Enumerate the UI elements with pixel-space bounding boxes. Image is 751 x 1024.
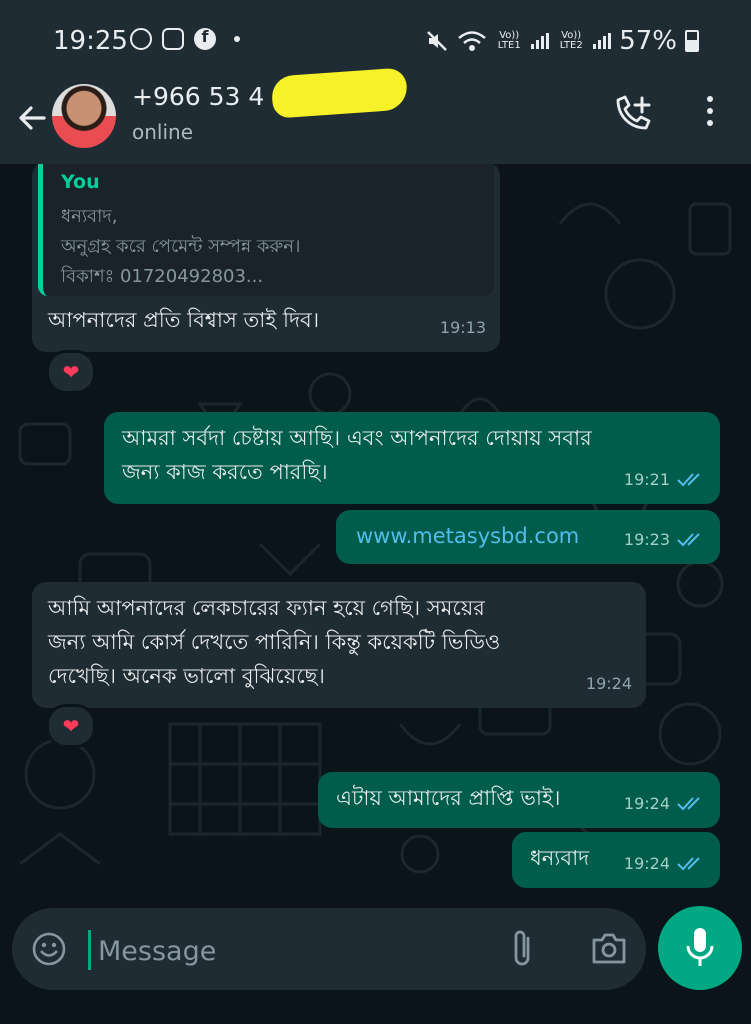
attach-icon[interactable] [508, 928, 538, 970]
text-caret [88, 930, 91, 970]
message-meta: 19:24 [624, 847, 706, 880]
contact-name[interactable]: +966 53 4 [132, 82, 264, 111]
read-ticks-icon [677, 532, 700, 546]
incoming-message-bubble[interactable]: You ধন্যবাদ, অনুগ্রহ করে পেমেন্ট সম্পন্ন… [32, 164, 500, 352]
sim2-label: Vo)) LTE2 [559, 30, 583, 51]
contact-avatar[interactable] [52, 84, 116, 148]
message-line: জন্য কাজ করতে পারছি। [122, 460, 328, 484]
camera-icon[interactable] [590, 930, 628, 966]
battery-percent: 57% [619, 26, 677, 56]
whatsapp-notification-icon [130, 28, 152, 50]
message-line: দেখেছি। অনেক ভালো বুঝিয়েছে। [48, 664, 325, 688]
message-timestamp: 19:24 [623, 854, 670, 873]
message-list[interactable]: You ধন্যবাদ, অনুগ্রহ করে পেমেন্ট সম্পন্ন… [0, 164, 751, 906]
message-timestamp: 19:23 [623, 530, 670, 549]
message-meta: 19:23 [624, 523, 706, 556]
outgoing-message-bubble[interactable]: ধন্যবাদ 19:24 [512, 832, 720, 888]
voice-message-button[interactable] [658, 906, 742, 990]
microphone-icon [686, 928, 714, 966]
outgoing-message-bubble[interactable]: আমরা সর্বদা চেষ্টায় আছি। এবং আপনাদের দো… [104, 412, 720, 504]
message-timestamp: 19:24 [623, 794, 670, 813]
message-line: আমি আপনাদের লেকচারের ফ্যান হয়ে গেছি। সম… [48, 596, 485, 620]
outgoing-message-bubble[interactable]: www.metasysbd.com 19:23 [336, 510, 720, 564]
message-line: আমরা সর্বদা চেষ্টায় আছি। এবং আপনাদের দো… [122, 426, 592, 450]
wifi-icon [458, 31, 487, 51]
notification-icons: f [130, 28, 240, 50]
mute-icon [427, 31, 448, 51]
message-text: ধন্যবাদ [530, 846, 590, 870]
message-text: আপনাদের প্রতি বিশ্বাস তাই দিব। [48, 308, 320, 332]
quote-author: You [61, 171, 100, 193]
message-timestamp: 19:24 [585, 674, 632, 693]
heart-reaction-icon[interactable]: ❤ [46, 704, 96, 748]
read-ticks-icon [677, 472, 700, 486]
message-input-container[interactable] [12, 908, 646, 990]
back-arrow-icon[interactable] [14, 100, 50, 136]
signal-sim2-icon [593, 33, 612, 49]
message-text: এটায় আমাদের প্রাপ্তি ভাই। [336, 786, 561, 810]
status-time: 19:25 [53, 26, 128, 56]
quote-line: বিকাশঃ 01720492803... [61, 266, 264, 287]
outgoing-message-bubble[interactable]: এটায় আমাদের প্রাপ্তি ভাই। 19:24 [318, 772, 720, 828]
incoming-message-bubble[interactable]: আমি আপনাদের লেকচারের ফ্যান হয়ে গেছি। সম… [32, 582, 646, 708]
message-meta: 19:24 [624, 787, 706, 820]
quote-line: ধন্যবাদ, [61, 206, 118, 227]
emoji-icon[interactable] [32, 932, 66, 966]
add-call-icon[interactable] [612, 94, 654, 134]
heart-reaction-icon[interactable]: ❤ [46, 350, 96, 394]
message-meta: 19:21 [624, 463, 706, 496]
read-ticks-icon [677, 856, 700, 870]
instagram-notification-icon [162, 28, 184, 50]
signal-sim1-icon [531, 33, 550, 49]
more-options-icon[interactable] [702, 96, 718, 132]
message-time: 19:24 [586, 667, 632, 700]
message-link[interactable]: www.metasysbd.com [356, 520, 579, 553]
quote-line: অনুগ্রহ করে পেমেন্ট সম্পন্ন করুন। [61, 236, 301, 257]
chat-header: +966 53 4 online [0, 67, 751, 164]
message-line: জন্য আমি কোর্স দেখতে পারিনি। কিন্তু কয়ে… [48, 630, 501, 654]
battery-icon [685, 30, 699, 52]
system-status: Vo)) LTE1 Vo)) LTE2 57% [425, 26, 699, 56]
sim1-label: Vo)) LTE1 [497, 30, 521, 51]
message-input[interactable] [96, 928, 480, 974]
message-timestamp: 19:13 [439, 318, 486, 337]
more-notifications-dot-icon [234, 36, 240, 42]
facebook-notification-icon: f [194, 28, 216, 50]
contact-status: online [132, 120, 194, 144]
read-ticks-icon [677, 796, 700, 810]
message-timestamp: 19:21 [623, 470, 670, 489]
redaction-mark [270, 67, 409, 119]
quoted-reply[interactable]: You ধন্যবাদ, অনুগ্রহ করে পেমেন্ট সম্পন্ন… [38, 164, 494, 296]
composer-bar [0, 906, 751, 1024]
message-time: 19:13 [440, 311, 486, 344]
